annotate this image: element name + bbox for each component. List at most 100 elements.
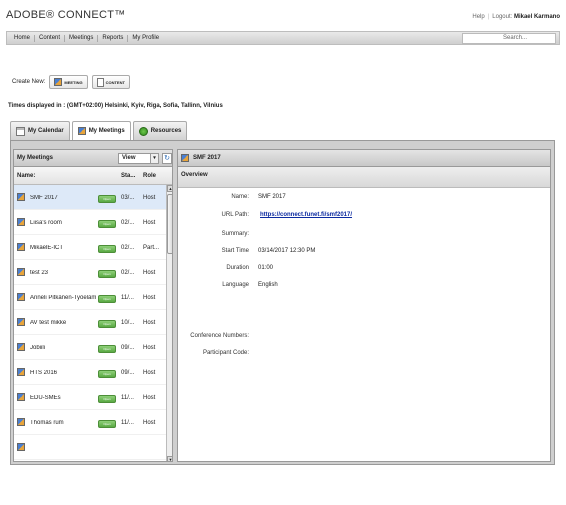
brand-logo: ADOBE® CONNECT™ <box>6 9 126 21</box>
meeting-name: Liisa's room <box>30 220 62 226</box>
meeting-role: Host <box>143 395 156 401</box>
open-button[interactable]: Open <box>98 420 116 428</box>
create-new-label: Create New: <box>12 79 46 85</box>
field-label: Summary: <box>221 231 249 237</box>
table-row[interactable]: Thomas rum Open 11/... Host <box>14 410 166 435</box>
meeting-icon <box>17 368 25 376</box>
column-header-status[interactable]: Sta... <box>121 173 135 179</box>
meeting-name: EDU-SMEs <box>30 395 61 401</box>
search-input[interactable]: Search... <box>462 33 556 44</box>
field-label: Start Time <box>221 248 249 254</box>
meeting-icon <box>17 393 25 401</box>
column-header-role[interactable]: Role <box>143 173 156 179</box>
field-label: Participant Code: <box>202 350 249 356</box>
open-button[interactable]: Open <box>98 395 116 403</box>
timezone-info: Times displayed in : (GMT+02:00) Helsink… <box>8 103 223 109</box>
tab-my-meetings[interactable]: My Meetings <box>71 121 131 140</box>
create-new-bar: Create New: MEETING CONTENT <box>12 75 130 89</box>
meeting-name: MikaelE-ICT <box>30 245 64 251</box>
nav-my-profile[interactable]: My Profile <box>128 35 163 42</box>
table-row[interactable]: HTS 2016 Open 09/... Host <box>14 360 166 385</box>
meeting-icon <box>17 418 25 426</box>
meeting-name: Thomas rum <box>30 420 64 426</box>
table-row[interactable]: Liisa's room Open 02/... Host <box>14 210 166 235</box>
column-header-name[interactable]: Name: <box>17 173 35 179</box>
scroll-down-icon[interactable]: ▼ <box>167 456 172 461</box>
meeting-role: Host <box>143 195 156 201</box>
scroll-thumb[interactable] <box>167 194 172 254</box>
open-button[interactable]: Open <box>98 195 116 203</box>
meeting-status: 03/... <box>121 195 135 201</box>
meeting-name: AV test mikke <box>30 320 67 326</box>
table-row[interactable]: MikaelE-ICT Open 02/... Part... <box>14 235 166 260</box>
meeting-name: Jobiili <box>30 345 46 351</box>
value-language: English <box>258 282 278 288</box>
meetings-list-header: My Meetings View ▾ ↻ <box>14 150 172 167</box>
refresh-icon[interactable]: ↻ <box>162 153 172 164</box>
meeting-icon <box>17 218 25 226</box>
open-button[interactable]: Open <box>98 245 116 253</box>
table-row[interactable]: AV test mikke Open 10/... Host <box>14 310 166 335</box>
help-link[interactable]: Help <box>472 14 484 20</box>
meeting-details-panel: SMF 2017 Overview Name: SMF 2017 URL Pat… <box>177 149 551 462</box>
scroll-up-icon[interactable]: ▲ <box>167 185 172 192</box>
meeting-status: 11/... <box>121 295 134 301</box>
open-button[interactable]: Open <box>98 345 116 353</box>
tab-label: Resources <box>150 128 182 134</box>
open-button[interactable]: Open <box>98 370 116 378</box>
top-links: Help | Logout: Mikael Karmano <box>472 14 560 20</box>
meeting-url-link[interactable]: https://connect.funet.fi/smf2017/ <box>260 212 352 218</box>
nav-content[interactable]: Content <box>35 35 66 42</box>
meeting-icon <box>17 318 25 326</box>
open-button[interactable]: Open <box>98 270 116 278</box>
meeting-icon <box>17 443 25 451</box>
meeting-status: 02/... <box>121 270 135 276</box>
create-meeting-button[interactable]: MEETING <box>49 75 88 89</box>
meetings-frame: My Meetings View ▾ ↻ Name: Sta... Role S… <box>10 140 555 465</box>
meeting-role: Host <box>143 320 156 326</box>
meeting-icon <box>17 268 25 276</box>
field-label: Duration <box>226 265 249 271</box>
tab-my-calendar[interactable]: My Calendar <box>10 121 70 140</box>
panel-title: My Meetings <box>17 155 54 161</box>
meeting-status: 09/... <box>121 345 135 351</box>
table-row[interactable]: test 23 Open 02/... Host <box>14 260 166 285</box>
nav-reports[interactable]: Reports <box>98 35 129 42</box>
create-content-button[interactable]: CONTENT <box>91 75 130 89</box>
value-duration: 01:00 <box>258 265 274 271</box>
meeting-icon <box>17 293 25 301</box>
tab-resources[interactable]: Resources <box>132 121 188 140</box>
meeting-role: Host <box>143 220 156 226</box>
table-row[interactable]: Jobiili Open 09/... Host <box>14 335 166 360</box>
meeting-icon <box>17 243 25 251</box>
document-icon <box>96 77 104 87</box>
meeting-role: Host <box>143 270 156 276</box>
chevron-down-icon: ▾ <box>150 154 158 163</box>
tab-label: My Calendar <box>28 128 64 134</box>
details-title: SMF 2017 <box>193 155 221 161</box>
meeting-icon <box>77 127 86 135</box>
meeting-role: Host <box>143 295 156 301</box>
user-name: Mikael Karmano <box>513 14 560 20</box>
field-label: Name: <box>231 194 249 200</box>
list-scrollbar[interactable]: ▲ ▼ <box>166 185 172 461</box>
logout-link[interactable]: Logout: <box>492 14 512 20</box>
meeting-icon <box>17 343 25 351</box>
table-row[interactable]: SMF 2017 Open 03/... Host <box>14 185 166 210</box>
meeting-status: 02/... <box>121 220 135 226</box>
table-row[interactable]: EDU-SMEs Open 11/... Host <box>14 385 166 410</box>
overview-bar: Overview <box>178 167 550 188</box>
value-start-time: 03/14/2017 12:30 PM <box>258 248 316 254</box>
create-meeting-label: MEETING <box>64 79 83 85</box>
table-row[interactable]: Anneli Pitkänen-Työeläm... Open 11/... H… <box>14 285 166 310</box>
meeting-role: Part... <box>143 245 160 251</box>
meeting-icon <box>54 78 63 86</box>
nav-meetings[interactable]: Meetings <box>65 35 99 42</box>
nav-home[interactable]: Home <box>10 35 36 42</box>
view-select[interactable]: View ▾ <box>118 153 159 164</box>
open-button[interactable]: Open <box>98 320 116 328</box>
open-button[interactable]: Open <box>98 220 116 228</box>
field-label: URL Path: <box>221 212 249 218</box>
table-row-partial[interactable] <box>14 435 166 460</box>
open-button[interactable]: Open <box>98 295 116 303</box>
